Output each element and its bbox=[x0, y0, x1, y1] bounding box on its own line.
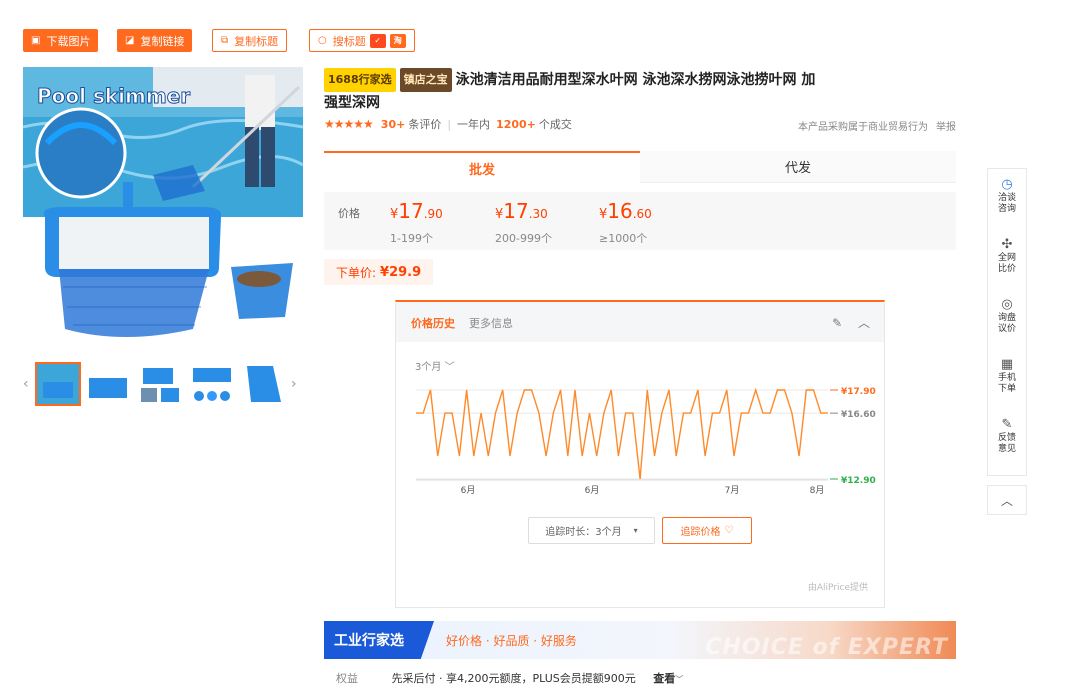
banner-slogan: 好价格 · 好品质 · 好服务 bbox=[446, 634, 577, 648]
thumbnail-3[interactable] bbox=[137, 362, 183, 406]
title-line-1: 泳池清洁用品耐用型深水叶网 泳池深水捞网泳池捞叶网 加 bbox=[455, 72, 816, 88]
track-price-button[interactable]: 追踪价格 ♡ bbox=[662, 517, 752, 544]
copy-icon: ⧉ bbox=[221, 35, 229, 46]
next-thumbnail-arrow[interactable]: › bbox=[291, 376, 297, 392]
heart-icon: ♡ bbox=[724, 525, 734, 536]
sidebar-item-compare[interactable]: ✣ 全网 比价 bbox=[988, 237, 1026, 275]
copy-link-label: 复制链接 bbox=[140, 34, 185, 48]
benefit-text: 先采后付 · 享4,200元额度，PLUS会员提额900元 bbox=[391, 672, 636, 685]
thumbnail-2[interactable] bbox=[85, 362, 131, 406]
target-icon: ◎ bbox=[1001, 297, 1013, 312]
duration-select[interactable]: 追踪时长：3个月 ▾ bbox=[528, 517, 655, 544]
sold-label: 个成交 bbox=[538, 118, 572, 131]
edit-icon[interactable]: ✎ bbox=[832, 316, 842, 330]
order-price-badge: 下单价: ¥29.9 bbox=[324, 259, 434, 285]
sidebar-item-feedback[interactable]: ✎ 反馈 意见 bbox=[988, 417, 1026, 455]
label-low: ¥12.90 bbox=[841, 476, 876, 486]
thumbnail-strip: ‹ › bbox=[23, 360, 303, 408]
thumbnail-5[interactable] bbox=[241, 362, 287, 406]
reviews-label: 条评价 bbox=[408, 118, 442, 131]
tab-price-history[interactable]: 价格历史 bbox=[411, 315, 455, 331]
back-to-top-button[interactable]: ︿ bbox=[987, 485, 1027, 515]
reviews-count[interactable]: 30+ bbox=[381, 118, 406, 131]
thumbnail-4[interactable] bbox=[189, 362, 235, 406]
banner-name: 工业行家选 bbox=[324, 621, 434, 659]
search-title-button[interactable]: ○ 搜标题 ✓ 淘 bbox=[309, 29, 415, 52]
banner-watermark: CHOICE of EXPERT bbox=[705, 635, 948, 659]
copy-title-button[interactable]: ⧉ 复制标题 bbox=[212, 29, 288, 52]
chat-icon: ◷ bbox=[1001, 177, 1013, 192]
download-label: 下载图片 bbox=[46, 34, 91, 48]
tab-wholesale[interactable]: 批发 bbox=[324, 151, 640, 183]
expert-choice-tag: 1688行家选 bbox=[324, 68, 396, 92]
star-rating-icon: ★★★★★ bbox=[324, 117, 374, 131]
price-history-chart: ¥17.90 ¥16.60 ¥12.90 6月 6月 7月 8月 bbox=[416, 387, 876, 496]
sold-count: 1200+ bbox=[496, 117, 536, 131]
puzzle-icon: ✣ bbox=[1001, 237, 1013, 252]
copy-title-label: 复制标题 bbox=[234, 34, 279, 48]
sidebar-item-mobile[interactable]: ▦ 手机 下单 bbox=[988, 357, 1026, 395]
store-treasure-tag: 镇店之宝 bbox=[399, 68, 452, 92]
title-line-2: 强型深网 bbox=[324, 95, 380, 111]
panel-icons: ✎ ︿ bbox=[832, 314, 870, 331]
taobao-icon: 淘 bbox=[389, 33, 406, 48]
price-history-panel: 价格历史 更多信息 ✎ ︿ 3个月 ﹀ ¥17.90 ¥16.60 ¥12.90 6月… bbox=[395, 300, 885, 608]
year-label: 一年内 bbox=[457, 118, 491, 131]
panel-header: 价格历史 更多信息 ✎ ︿ bbox=[396, 302, 884, 342]
chevron-up-icon: ︿ bbox=[1000, 493, 1013, 508]
x-tick-label: 8月 bbox=[810, 485, 825, 496]
industrial-banner[interactable]: 工业行家选 好价格 · 好品质 · 好服务 CHOICE of EXPERT bbox=[324, 621, 956, 659]
label-mid: ¥16.60 bbox=[841, 410, 876, 420]
sidebar-item-chat[interactable]: ◷ 洽谈 咨询 bbox=[988, 177, 1026, 215]
benefit-more-link[interactable]: 查看﹀ bbox=[653, 672, 683, 685]
qrcode-icon: ▦ bbox=[1000, 357, 1014, 372]
order-price-value: ¥29.9 bbox=[380, 264, 422, 280]
main-product-image[interactable]: Pool skimmer bbox=[23, 67, 303, 350]
sidebar-item-inquiry[interactable]: ◎ 询盘 议价 bbox=[988, 297, 1026, 335]
benefit-row: 权益 先采后付 · 享4,200元额度，PLUS会员提额900元 查看﹀ bbox=[336, 670, 683, 686]
x-tick-label: 6月 bbox=[585, 485, 600, 496]
divider: | bbox=[447, 117, 452, 131]
chevron-down-icon: ﹀ bbox=[675, 675, 684, 684]
price-tier-1: ¥17.90 1-199个 bbox=[390, 199, 443, 245]
prev-thumbnail-arrow[interactable]: ‹ bbox=[23, 376, 29, 392]
collapse-icon[interactable]: ︿ bbox=[858, 316, 870, 330]
price-label: 价格 bbox=[338, 207, 360, 220]
order-price-label: 下单价: bbox=[336, 265, 377, 280]
download-image-button[interactable]: ▣ 下载图片 bbox=[23, 29, 99, 52]
search-icon: ○ bbox=[318, 35, 327, 46]
label-high: ¥17.90 bbox=[841, 387, 876, 397]
x-tick-label: 7月 bbox=[725, 485, 740, 496]
right-sidebar: ◷ 洽谈 咨询 ✣ 全网 比价 ◎ 询盘 议价 ▦ 手机 下单 ✎ 反馈 意见 bbox=[987, 168, 1027, 476]
thumbnail-1[interactable] bbox=[35, 362, 81, 406]
tab-dropship[interactable]: 代发 bbox=[640, 151, 956, 183]
link-icon: ◪ bbox=[125, 35, 135, 46]
caret-down-icon: ▾ bbox=[633, 526, 638, 535]
price-tier-3: ¥16.60 ≥1000个 bbox=[599, 199, 652, 245]
x-tick-label: 6月 bbox=[461, 485, 476, 496]
price-tier-2: ¥17.30 200-999个 bbox=[495, 199, 552, 245]
price-line bbox=[416, 387, 828, 480]
search-title-label: 搜标题 bbox=[332, 34, 366, 48]
price-tiers: 价格 ¥17.90 1-199个 ¥17.30 200-999个 ¥16.60 … bbox=[324, 192, 956, 250]
tab-more-info[interactable]: 更多信息 bbox=[469, 315, 513, 331]
report-link[interactable]: 举报 bbox=[936, 118, 956, 133]
image-caption: Pool skimmer bbox=[37, 84, 190, 108]
copy-link-button[interactable]: ◪ 复制链接 bbox=[117, 29, 193, 52]
edit-icon: ✎ bbox=[1001, 417, 1013, 432]
range-selector[interactable]: 3个月 ﹀ bbox=[415, 358, 455, 373]
rating-row: ★★★★★ 30+ 条评价 | 一年内 1200+ 个成交 bbox=[324, 116, 572, 132]
provider-credit: 由AliPrice提供 bbox=[807, 583, 868, 593]
product-title: 1688行家选 镇店之宝 泳池清洁用品耐用型深水叶网 泳池深水捞网泳池捞叶网 加 强… bbox=[324, 68, 844, 114]
app-logo-icon: ✓ bbox=[369, 33, 386, 48]
b2b-note: 本产品采购属于商业贸易行为 bbox=[798, 122, 928, 133]
benefit-label: 权益 bbox=[336, 672, 358, 685]
image-icon: ▣ bbox=[31, 35, 41, 46]
